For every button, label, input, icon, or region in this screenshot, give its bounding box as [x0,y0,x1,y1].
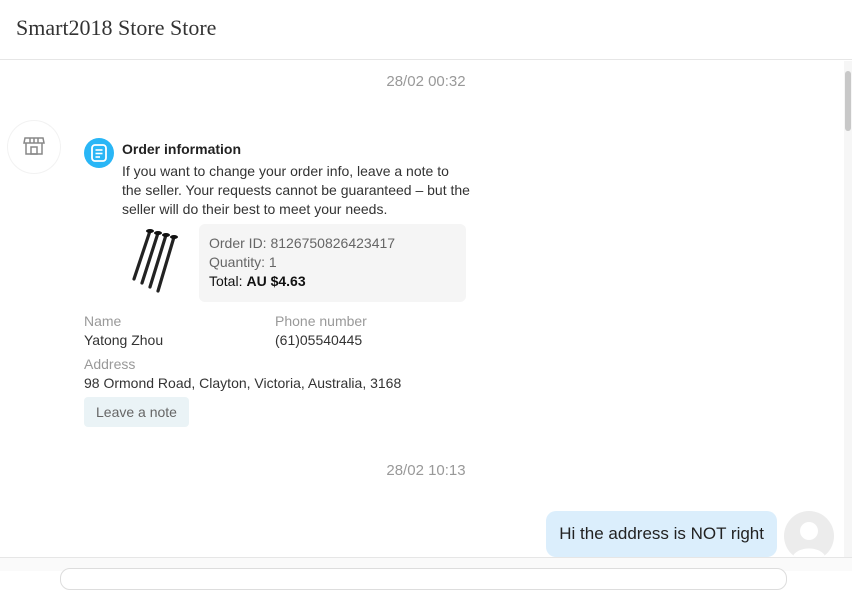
phone-value: (61)05540445 [275,332,363,348]
quantity-label: Quantity: [209,254,266,270]
user-message-bubble[interactable]: Hi the address is NOT right [546,511,777,557]
order-document-icon [84,138,114,168]
total-row: Total: AU $4.63 [209,273,306,289]
total-label: Total: [209,273,243,289]
message-timestamp: 28/02 00:32 [386,73,466,90]
phone-label: Phone number [275,313,367,329]
chat-header: Smart2018 Store Store [0,0,852,60]
order-id-row: Order ID: 8126750826423417 [209,235,395,251]
message-timestamp: 28/02 10:13 [386,462,466,479]
name-label: Name [84,313,122,329]
store-avatar[interactable] [8,121,60,173]
message-composer [0,557,852,590]
order-id-label: Order ID: [209,235,267,251]
order-info-description: If you want to change your order info, l… [122,163,470,217]
quantity-value: 1 [268,254,277,270]
order-id-value: 8126750826423417 [270,235,396,251]
quantity-row: Quantity: 1 [209,254,277,270]
chat-area: 28/02 00:32 Order information If you wan… [0,61,852,557]
message-input[interactable] [60,568,787,590]
product-image[interactable] [122,227,198,299]
scrollbar-thumb[interactable] [845,71,851,131]
order-summary-box: Order ID: 8126750826423417 Quantity: 1 T… [199,224,466,302]
chat-scrollbar[interactable] [844,61,852,557]
leave-note-button[interactable]: Leave a note [84,397,189,427]
order-info-title: Order information [122,141,242,157]
user-avatar[interactable] [784,511,834,557]
name-value: Yatong Zhou [84,332,164,348]
user-icon [792,522,826,557]
store-name[interactable]: Smart2018 Store Store [16,15,216,41]
address-label: Address [84,356,136,372]
address-value: 98 Ormond Road, Clayton, Victoria, Austr… [84,375,402,391]
total-value: AU $4.63 [246,273,306,289]
store-icon [23,137,45,155]
